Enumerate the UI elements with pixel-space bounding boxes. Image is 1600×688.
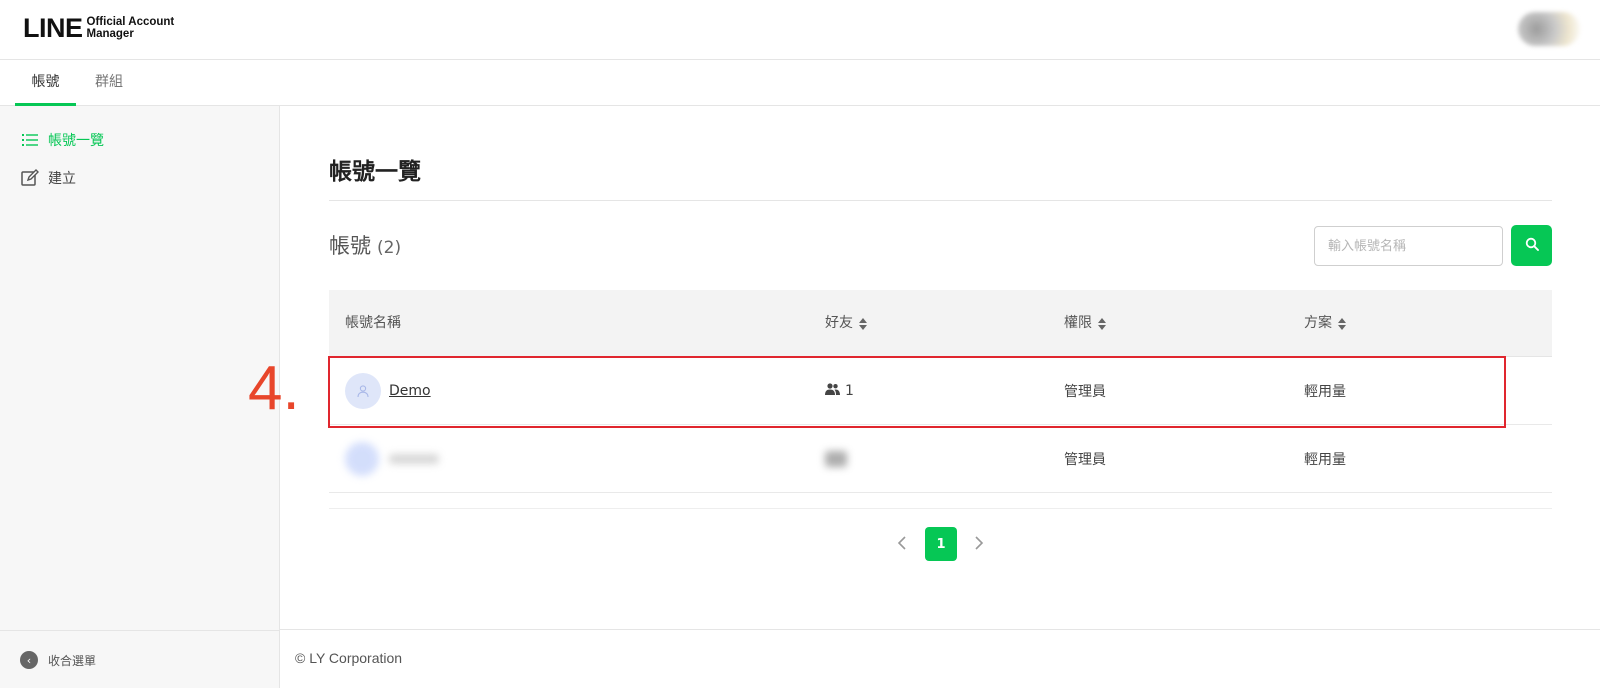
logo-subtitle-line2: Manager — [86, 28, 134, 40]
pagination-page-1[interactable]: 1 — [925, 527, 957, 561]
divider — [329, 200, 1552, 201]
pagination-prev-button[interactable] — [889, 527, 915, 561]
account-name-cell-redacted — [345, 425, 439, 493]
plan-cell: 輕用量 — [1304, 452, 1346, 468]
list-icon — [20, 130, 40, 150]
page-title: 帳號一覽 — [329, 159, 421, 185]
pagination-next-button[interactable] — [966, 527, 992, 561]
account-avatar — [345, 442, 379, 476]
main-content: 帳號一覽 帳號 (2) 帳號名稱 好友 權限 方案 — [280, 106, 1600, 629]
section-title-label: 帳號 — [329, 234, 371, 258]
line-oa-manager-logo[interactable]: LINE Official Account Manager — [23, 14, 174, 42]
column-header-role[interactable]: 權限 — [1064, 290, 1106, 357]
collapse-menu-button[interactable]: ‹ 收合選單 — [20, 651, 96, 669]
users-icon — [825, 383, 840, 399]
top-tabs: 帳號 群組 — [0, 60, 1600, 106]
sidebar-item-create[interactable]: 建立 — [20, 166, 76, 190]
collapse-menu-label: 收合選單 — [48, 653, 97, 668]
column-header-label: 好友 — [825, 315, 853, 331]
page-footer: © LY Corporation — [280, 629, 1600, 688]
table-row[interactable]: 管理員 輕用量 — [329, 425, 1552, 493]
sidebar-item-account-list[interactable]: 帳號一覽 — [20, 128, 104, 152]
friends-value: 1 — [825, 383, 854, 399]
column-header-label: 方案 — [1304, 315, 1332, 331]
sidebar-footer: ‹ 收合選單 — [0, 630, 279, 688]
column-header-account-name: 帳號名稱 — [345, 290, 401, 357]
logo-line-text: LINE — [23, 13, 83, 43]
chevron-left-icon: ‹ — [20, 651, 38, 669]
pagination: 1 — [280, 527, 1600, 561]
friends-cell-redacted — [825, 425, 847, 493]
logo-subtitle: Official Account Manager — [87, 16, 175, 40]
column-header-plan[interactable]: 方案 — [1304, 290, 1346, 357]
search-button[interactable] — [1511, 225, 1552, 266]
sort-icon — [1098, 317, 1106, 330]
redacted-account-name[interactable] — [389, 454, 439, 464]
account-count: (2) — [377, 238, 402, 258]
divider — [329, 508, 1552, 509]
plan-cell: 輕用量 — [1304, 384, 1346, 400]
role-cell: 管理員 — [1064, 384, 1106, 400]
redacted-friends-count — [825, 451, 847, 467]
logo-subtitle-line1: Official Account — [86, 16, 175, 28]
friends-count: 1 — [845, 383, 854, 399]
sidebar: 帳號一覽 建立 ‹ 收合選單 — [0, 106, 280, 688]
search-icon — [1525, 237, 1539, 254]
column-header-label: 權限 — [1064, 315, 1092, 331]
table-header: 帳號名稱 好友 權限 方案 — [329, 290, 1552, 357]
sort-icon — [1338, 317, 1346, 330]
column-header-friends[interactable]: 好友 — [825, 290, 867, 357]
account-name-cell: Demo — [345, 357, 431, 425]
top-header: LINE Official Account Manager — [0, 0, 1600, 60]
table-row[interactable]: Demo 1 管理員 輕用量 — [329, 357, 1552, 425]
friends-cell: 1 — [825, 357, 854, 425]
account-name-link[interactable]: Demo — [389, 383, 431, 399]
chevron-right-icon — [974, 535, 984, 554]
step-number-annotation: 4. — [248, 354, 300, 423]
accounts-table: 帳號名稱 好友 權限 方案 Demo 1 管理員 輕用量 管理員 輕用量 — [329, 290, 1552, 509]
account-search-input[interactable] — [1314, 226, 1503, 266]
tab-accounts[interactable]: 帳號 — [15, 60, 76, 106]
edit-icon — [20, 168, 40, 188]
sort-icon — [859, 317, 867, 330]
user-avatar[interactable] — [1518, 12, 1580, 46]
role-cell: 管理員 — [1064, 452, 1106, 468]
column-header-label: 帳號名稱 — [345, 315, 401, 331]
copyright-text: © LY Corporation — [295, 650, 403, 666]
account-avatar — [345, 373, 381, 409]
sidebar-item-label: 建立 — [48, 171, 76, 187]
chevron-left-icon — [897, 535, 907, 554]
section-title: 帳號 (2) — [329, 230, 401, 260]
sidebar-item-label: 帳號一覽 — [48, 133, 104, 149]
tab-groups[interactable]: 群組 — [84, 60, 134, 106]
